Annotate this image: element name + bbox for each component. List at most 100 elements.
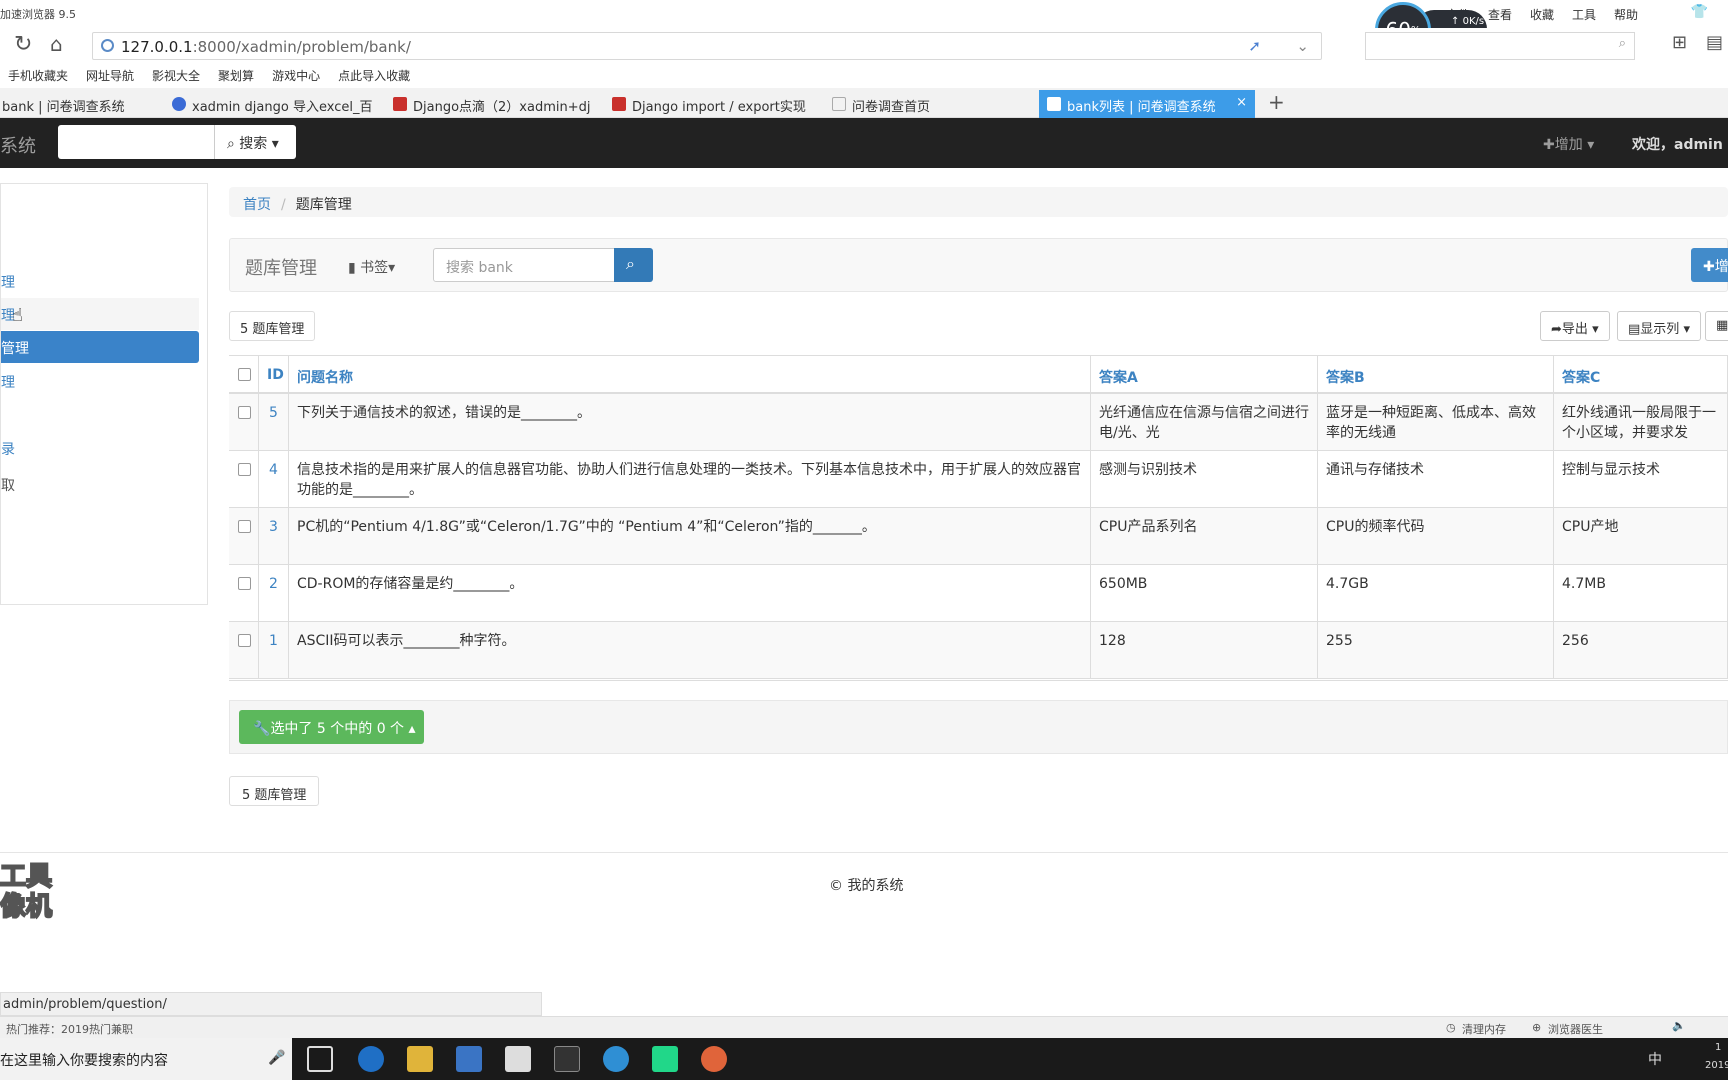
mic-icon[interactable]: 🎤 bbox=[268, 1050, 285, 1066]
row-id[interactable]: 1 bbox=[259, 622, 289, 679]
list-search-button[interactable]: ⌕ bbox=[614, 248, 653, 282]
rocket-icon[interactable]: ➚ bbox=[1248, 37, 1261, 55]
edge-icon[interactable] bbox=[358, 1046, 384, 1072]
tab-bank-survey[interactable]: bank | 问卷调查系统 bbox=[0, 90, 160, 118]
task-view-icon[interactable] bbox=[307, 1046, 333, 1072]
table-row[interactable]: 2 CD-ROM的存储容量是约________。 650MB 4.7GB 4.7… bbox=[229, 565, 1728, 622]
row-checkbox[interactable] bbox=[238, 577, 251, 590]
home-icon[interactable]: ⌂ bbox=[50, 32, 63, 56]
chevron-down-icon[interactable]: ⌄ bbox=[1296, 37, 1309, 55]
book-icon: ▮ bbox=[348, 260, 356, 276]
tab-survey-home[interactable]: 问卷调查首页 bbox=[824, 90, 1034, 118]
browser-search-input[interactable]: ⌕ bbox=[1365, 32, 1635, 60]
apps-grid-icon[interactable]: ⊞ bbox=[1672, 32, 1687, 53]
tab-label: xadmin django 导入excel_百 bbox=[192, 100, 373, 115]
tab-django-import-export[interactable]: Django import / export实现 bbox=[604, 90, 820, 118]
table-row[interactable]: 3 PC机的“Pentium 4/1.8G”或“Celeron/1.7G”中的 … bbox=[229, 508, 1728, 565]
col-header-id[interactable]: ID bbox=[259, 356, 289, 394]
list-search-input[interactable]: 搜索 bank bbox=[433, 248, 615, 282]
top-search-input[interactable] bbox=[58, 125, 214, 159]
bookmark-games[interactable]: 游戏中心 bbox=[272, 67, 320, 88]
table-row[interactable]: 1 ASCII码可以表示________种字符。 128 255 256 bbox=[229, 622, 1728, 679]
add-menu[interactable]: ✚增加 ▾ bbox=[1543, 134, 1594, 154]
table-row[interactable]: 5 下列关于通信技术的叙述，错误的是________。 光纤通信应在信源与信宿之… bbox=[229, 394, 1728, 451]
page-icon bbox=[832, 97, 846, 111]
doctor-icon: ⊕ bbox=[1532, 1021, 1542, 1034]
row-id[interactable]: 2 bbox=[259, 565, 289, 622]
sidebar-item-2[interactable]: 理 bbox=[1, 298, 199, 330]
col-header-answer-b[interactable]: 答案B bbox=[1318, 356, 1554, 394]
row-id[interactable]: 5 bbox=[259, 394, 289, 451]
col-header-answer-c[interactable]: 答案C bbox=[1554, 356, 1728, 394]
table-row[interactable]: 4 信息技术指的是用来扩展人的信息器官功能、协助人们进行信息处理的一类技术。下列… bbox=[229, 451, 1728, 508]
hot-recommend[interactable]: 热门推荐：2019热门兼职 bbox=[6, 1021, 133, 1037]
tab-xadmin-import[interactable]: xadmin django 导入excel_百 bbox=[164, 90, 380, 118]
sidebar-item-1[interactable]: 理 bbox=[1, 265, 199, 297]
breadcrumb-home[interactable]: 首页 bbox=[243, 197, 271, 213]
clean-memory[interactable]: 清理内存 bbox=[1462, 1021, 1506, 1037]
refresh-icon[interactable]: ↻ bbox=[14, 32, 32, 57]
row-answer-b: 蓝牙是一种短距离、低成本、高效率的无线通 bbox=[1318, 394, 1554, 451]
col-header-name[interactable]: 问题名称 bbox=[289, 356, 1091, 394]
row-checkbox[interactable] bbox=[238, 520, 251, 533]
close-tab-icon[interactable]: × bbox=[1236, 95, 1247, 110]
breadcrumb-separator: / bbox=[281, 197, 286, 213]
menu-tools[interactable]: 工具 bbox=[1572, 6, 1596, 23]
browser-doctor[interactable]: 浏览器医生 bbox=[1548, 1021, 1603, 1037]
windows-taskbar: 在这里输入你要搜索的内容 🎤 中 1 2019 bbox=[0, 1038, 1728, 1080]
row-id[interactable]: 3 bbox=[259, 508, 289, 565]
sidebar-item-4[interactable]: 理 bbox=[1, 365, 199, 397]
volume-icon[interactable]: 🔈 bbox=[1672, 1019, 1686, 1032]
page-title: 题库管理 bbox=[245, 258, 317, 279]
bookmark-import[interactable]: 点此导入收藏 bbox=[338, 67, 410, 88]
columns-button[interactable]: ▤显示列 ▾ bbox=[1617, 311, 1701, 341]
ime-indicator[interactable]: 中 bbox=[1648, 1049, 1662, 1069]
result-count-label: 5 题库管理 bbox=[240, 322, 305, 337]
col-header-answer-a[interactable]: 答案A bbox=[1091, 356, 1318, 394]
new-tab-button[interactable]: + bbox=[1268, 90, 1285, 114]
export-button[interactable]: ➦导出 ▾ bbox=[1540, 311, 1610, 341]
terminal-icon[interactable] bbox=[554, 1046, 580, 1072]
add-bank-button[interactable]: ✚增 bbox=[1691, 248, 1728, 282]
action-bar: 🔧选中了 5 个中的 0 个 ▴ bbox=[229, 700, 1728, 754]
pycharm-icon[interactable] bbox=[652, 1046, 678, 1072]
sidebar-item-bank[interactable]: 管理 bbox=[1, 331, 199, 363]
tab-bank-list[interactable]: bank列表 | 问卷调查系统 × bbox=[1039, 90, 1255, 118]
sidebar-item-label: 录 bbox=[1, 442, 15, 458]
clock-date[interactable]: 2019 bbox=[1705, 1060, 1728, 1071]
sidebar-toggle-icon[interactable]: ▤ bbox=[1706, 32, 1723, 53]
menu-favorites[interactable]: 收藏 bbox=[1530, 6, 1554, 23]
url-input[interactable]: 127.0.0.1:8000/xadmin/problem/bank/ ➚ ⌄ bbox=[92, 32, 1322, 60]
row-id[interactable]: 4 bbox=[259, 451, 289, 508]
grid-view-button[interactable]: ▦ bbox=[1705, 311, 1728, 341]
sidebar-item-6[interactable]: 取 bbox=[1, 468, 199, 500]
bookmark-juhuasuan[interactable]: 聚划算 bbox=[218, 67, 254, 88]
bookmarks-dropdown[interactable]: ▮ 书签▾ bbox=[348, 257, 395, 277]
top-search-button[interactable]: ⌕ 搜索 ▾ bbox=[214, 125, 296, 159]
clock-time[interactable]: 1 bbox=[1715, 1042, 1721, 1053]
recorder-icon[interactable] bbox=[701, 1046, 727, 1072]
sidebar-item-5[interactable]: 录 bbox=[1, 432, 199, 464]
menu-help[interactable]: 帮助 bbox=[1614, 6, 1638, 23]
hand-cursor-icon: ☝ bbox=[12, 305, 23, 326]
row-checkbox[interactable] bbox=[238, 634, 251, 647]
caret-up-icon: ▴ bbox=[408, 721, 416, 737]
welcome-user[interactable]: 欢迎，admin bbox=[1632, 134, 1723, 154]
select-all-checkbox[interactable] bbox=[238, 368, 251, 381]
shirt-icon[interactable]: 👕 bbox=[1691, 4, 1708, 20]
row-name: 下列关于通信技术的叙述，错误的是________。 bbox=[289, 394, 1091, 451]
select-all-header bbox=[229, 356, 259, 394]
row-checkbox[interactable] bbox=[238, 463, 251, 476]
row-checkbox[interactable] bbox=[238, 406, 251, 419]
brand[interactable]: 系统 bbox=[0, 132, 36, 158]
bookmark-video[interactable]: 影视大全 bbox=[152, 67, 200, 88]
tab-django-tips[interactable]: Django点滴（2）xadmin+dj bbox=[385, 90, 600, 118]
actions-button[interactable]: 🔧选中了 5 个中的 0 个 ▴ bbox=[239, 710, 424, 744]
taskbar-search[interactable]: 在这里输入你要搜索的内容 🎤 bbox=[0, 1038, 292, 1080]
browser-taskbar-icon[interactable] bbox=[603, 1046, 629, 1072]
store-icon[interactable] bbox=[456, 1046, 482, 1072]
bookmark-mobile-favorites[interactable]: 手机收藏夹 bbox=[8, 67, 68, 88]
explorer-icon[interactable] bbox=[407, 1046, 433, 1072]
mail-icon[interactable] bbox=[505, 1046, 531, 1072]
bookmark-nav[interactable]: 网址导航 bbox=[86, 67, 134, 88]
